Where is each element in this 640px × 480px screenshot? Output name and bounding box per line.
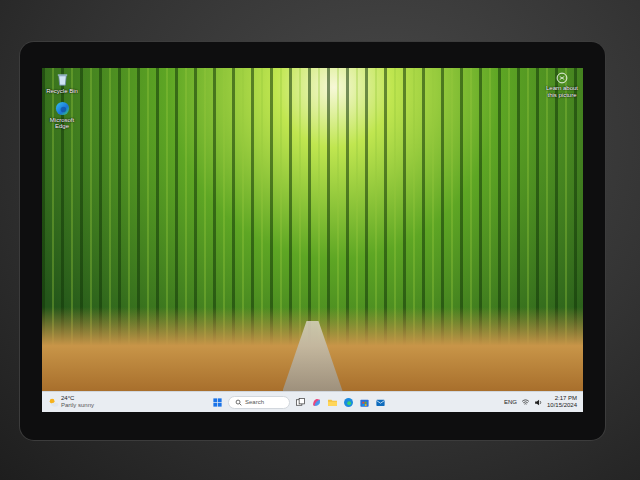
search-icon (235, 399, 242, 406)
screen: Recycle Bin Microsoft Edge Learn about thi… (42, 68, 583, 412)
spotlight-label: Learn about this picture (545, 85, 579, 98)
camera-icon (556, 72, 568, 84)
windows-start-icon[interactable] (212, 397, 223, 408)
language-indicator[interactable]: ENG (504, 399, 517, 406)
clock-date: 10/15/2024 (547, 402, 577, 409)
weather-condition: Partly sunny (61, 402, 94, 409)
copilot-icon[interactable] (311, 397, 322, 408)
spotlight-button[interactable]: Learn about this picture (545, 72, 579, 98)
photo: Recycle Bin Microsoft Edge Learn about thi… (0, 0, 640, 480)
laptop: Recycle Bin Microsoft Edge Learn about thi… (20, 42, 605, 440)
task-view-icon[interactable] (295, 397, 306, 408)
desktop-icons: Recycle Bin Microsoft Edge (45, 72, 79, 130)
edge-icon[interactable] (343, 397, 354, 408)
mail-icon[interactable] (375, 397, 386, 408)
clock[interactable]: 2:17 PM10/15/2024 (547, 395, 577, 408)
search-box[interactable]: Search (228, 396, 290, 409)
search-placeholder: Search (245, 399, 264, 406)
clock-time: 2:17 PM (555, 395, 577, 402)
desktop-icon-label: Recycle Bin (46, 88, 78, 95)
desktop-icon-label: Microsoft Edge (45, 117, 79, 130)
recycle-bin-icon (55, 72, 70, 87)
desktop-icon[interactable]: Recycle Bin (45, 72, 79, 95)
wifi-icon[interactable] (521, 398, 530, 407)
taskbar-center: Search (98, 396, 500, 409)
folder-icon[interactable] (327, 397, 338, 408)
weather-widget[interactable]: 24°CPartly sunny (48, 395, 94, 408)
taskbar: 24°CPartly sunny Search ENG 2:17 PM10/15/20… (42, 391, 583, 412)
weather-text: 24°CPartly sunny (61, 395, 94, 408)
system-tray: ENG 2:17 PM10/15/2024 (504, 395, 577, 408)
wallpaper-path (283, 321, 343, 391)
sun-cloud-icon (48, 397, 59, 408)
desktop-wallpaper: Recycle Bin Microsoft Edge Learn about thi… (42, 68, 583, 391)
edge-icon (55, 101, 70, 116)
store-icon[interactable] (359, 397, 370, 408)
desktop-icon[interactable]: Microsoft Edge (45, 101, 79, 130)
speaker-icon[interactable] (534, 398, 543, 407)
weather-temp: 24°C (61, 395, 94, 402)
